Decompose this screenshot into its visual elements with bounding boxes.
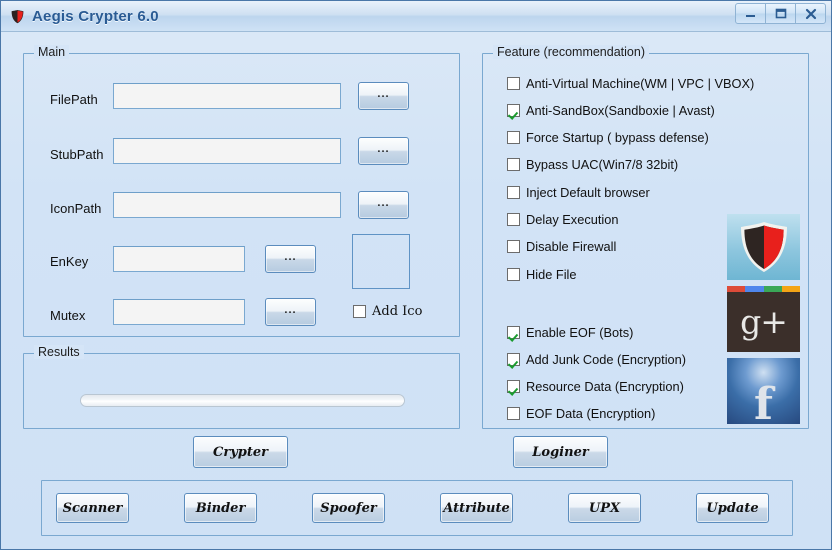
- stubpath-browse-button[interactable]: ...: [358, 137, 409, 165]
- icon-preview-box[interactable]: [352, 234, 410, 289]
- option-label: Resource Data (Encryption): [526, 379, 684, 394]
- main-group: Main FilePath ... StubPath ... IconPath …: [23, 45, 460, 337]
- option-label: Anti-Virtual Machine(WM | VPC | VBOX): [526, 76, 755, 91]
- minimize-button[interactable]: [735, 3, 766, 24]
- close-button[interactable]: [795, 3, 826, 24]
- option-bypass-uac[interactable]: Bypass UAC(Win7/8 32bit): [507, 157, 678, 172]
- option-label: Inject Default browser: [526, 185, 650, 200]
- window-controls: [735, 3, 826, 24]
- results-group: Results: [23, 345, 460, 429]
- application-window: Aegis Crypter 6.0 Main FilePath ... Stub…: [0, 0, 832, 550]
- loginer-button[interactable]: Loginer: [513, 436, 608, 468]
- facebook-wordmark: f: [754, 379, 773, 424]
- checkbox-indicator[interactable]: [507, 353, 520, 366]
- binder-button[interactable]: Binder: [184, 493, 257, 523]
- aegis-shield-logo[interactable]: [727, 214, 800, 280]
- ellipsis-icon: ...: [377, 197, 390, 209]
- checkbox-indicator[interactable]: [507, 186, 520, 199]
- ellipsis-icon: ...: [377, 143, 390, 155]
- mutex-input[interactable]: [113, 299, 245, 325]
- results-progress-bar: [80, 394, 405, 407]
- scanner-button[interactable]: Scanner: [56, 493, 129, 523]
- google-plus-wordmark: g+: [740, 301, 788, 341]
- filepath-browse-button[interactable]: ...: [358, 82, 409, 110]
- facebook-logo[interactable]: f: [727, 358, 800, 424]
- enkey-label: EnKey: [50, 254, 89, 269]
- mutex-label: Mutex: [50, 308, 86, 323]
- checkbox-indicator[interactable]: [507, 380, 520, 393]
- checkbox-indicator[interactable]: [507, 268, 520, 281]
- option-delay-execution[interactable]: Delay Execution: [507, 212, 618, 227]
- option-label: Disable Firewall: [526, 239, 617, 254]
- crypter-button[interactable]: Crypter: [193, 436, 288, 468]
- iconpath-input[interactable]: [113, 192, 341, 218]
- checkbox-indicator[interactable]: [507, 158, 520, 171]
- stubpath-input[interactable]: [113, 138, 341, 164]
- window-title: Aegis Crypter 6.0: [32, 7, 159, 25]
- feature-group-legend: Feature (recommendation): [493, 45, 649, 59]
- option-anti-sandbox[interactable]: Anti-SandBox(Sandboxie | Avast): [507, 103, 715, 118]
- attribute-button[interactable]: Attribute: [440, 493, 513, 523]
- option-hide-file[interactable]: Hide File: [507, 267, 577, 282]
- option-label: Delay Execution: [526, 212, 619, 227]
- upx-button[interactable]: UPX: [568, 493, 641, 523]
- ellipsis-icon: ...: [284, 304, 297, 316]
- google-plus-logo[interactable]: g+: [727, 286, 800, 352]
- filepath-label: FilePath: [50, 92, 98, 107]
- option-add-junk-code[interactable]: Add Junk Code (Encryption): [507, 352, 686, 367]
- option-label: EOF Data (Encryption): [526, 406, 656, 421]
- checkbox-indicator[interactable]: [507, 131, 520, 144]
- option-label: Enable EOF (Bots): [526, 325, 634, 340]
- option-label: Anti-SandBox(Sandboxie | Avast): [526, 103, 715, 118]
- option-label: Add Junk Code (Encryption): [526, 352, 687, 367]
- mutex-generate-button[interactable]: ...: [265, 298, 316, 326]
- option-anti-virtual-machine[interactable]: Anti-Virtual Machine(WM | VPC | VBOX): [507, 76, 754, 91]
- spoofer-button[interactable]: Spoofer: [312, 493, 385, 523]
- option-eof-data[interactable]: EOF Data (Encryption): [507, 406, 655, 421]
- maximize-button[interactable]: [765, 3, 796, 24]
- enkey-input[interactable]: [113, 246, 245, 272]
- iconpath-browse-button[interactable]: ...: [358, 191, 409, 219]
- update-button[interactable]: Update: [696, 493, 769, 523]
- enkey-generate-button[interactable]: ...: [265, 245, 316, 273]
- option-label: Bypass UAC(Win7/8 32bit): [526, 157, 679, 172]
- option-label: Force Startup ( bypass defense): [526, 130, 709, 145]
- add-ico-label: Add Ico: [372, 304, 423, 319]
- tools-group: [41, 480, 793, 536]
- results-group-legend: Results: [34, 345, 84, 359]
- option-resource-data[interactable]: Resource Data (Encryption): [507, 379, 684, 394]
- checkbox-indicator[interactable]: [507, 104, 520, 117]
- iconpath-label: IconPath: [50, 201, 102, 216]
- ellipsis-icon: ...: [284, 251, 297, 263]
- main-group-legend: Main: [34, 45, 70, 59]
- checkbox-indicator[interactable]: [507, 407, 520, 420]
- stubpath-label: StubPath: [50, 147, 104, 162]
- shield-icon: [10, 9, 25, 24]
- google-color-stripe: [727, 286, 800, 292]
- title-bar: Aegis Crypter 6.0: [1, 1, 831, 32]
- add-ico-checkbox[interactable]: Add Ico: [353, 304, 422, 319]
- option-label: Hide File: [526, 267, 577, 282]
- checkbox-indicator[interactable]: [507, 326, 520, 339]
- option-inject-default-browser[interactable]: Inject Default browser: [507, 185, 650, 200]
- checkbox-indicator[interactable]: [507, 213, 520, 226]
- ellipsis-icon: ...: [377, 88, 390, 100]
- checkbox-indicator[interactable]: [507, 240, 520, 253]
- option-force-startup[interactable]: Force Startup ( bypass defense): [507, 130, 709, 145]
- option-disable-firewall[interactable]: Disable Firewall: [507, 239, 616, 254]
- checkbox-indicator[interactable]: [507, 77, 520, 90]
- filepath-input[interactable]: [113, 83, 341, 109]
- checkbox-indicator[interactable]: [353, 305, 366, 318]
- option-enable-eof[interactable]: Enable EOF (Bots): [507, 325, 633, 340]
